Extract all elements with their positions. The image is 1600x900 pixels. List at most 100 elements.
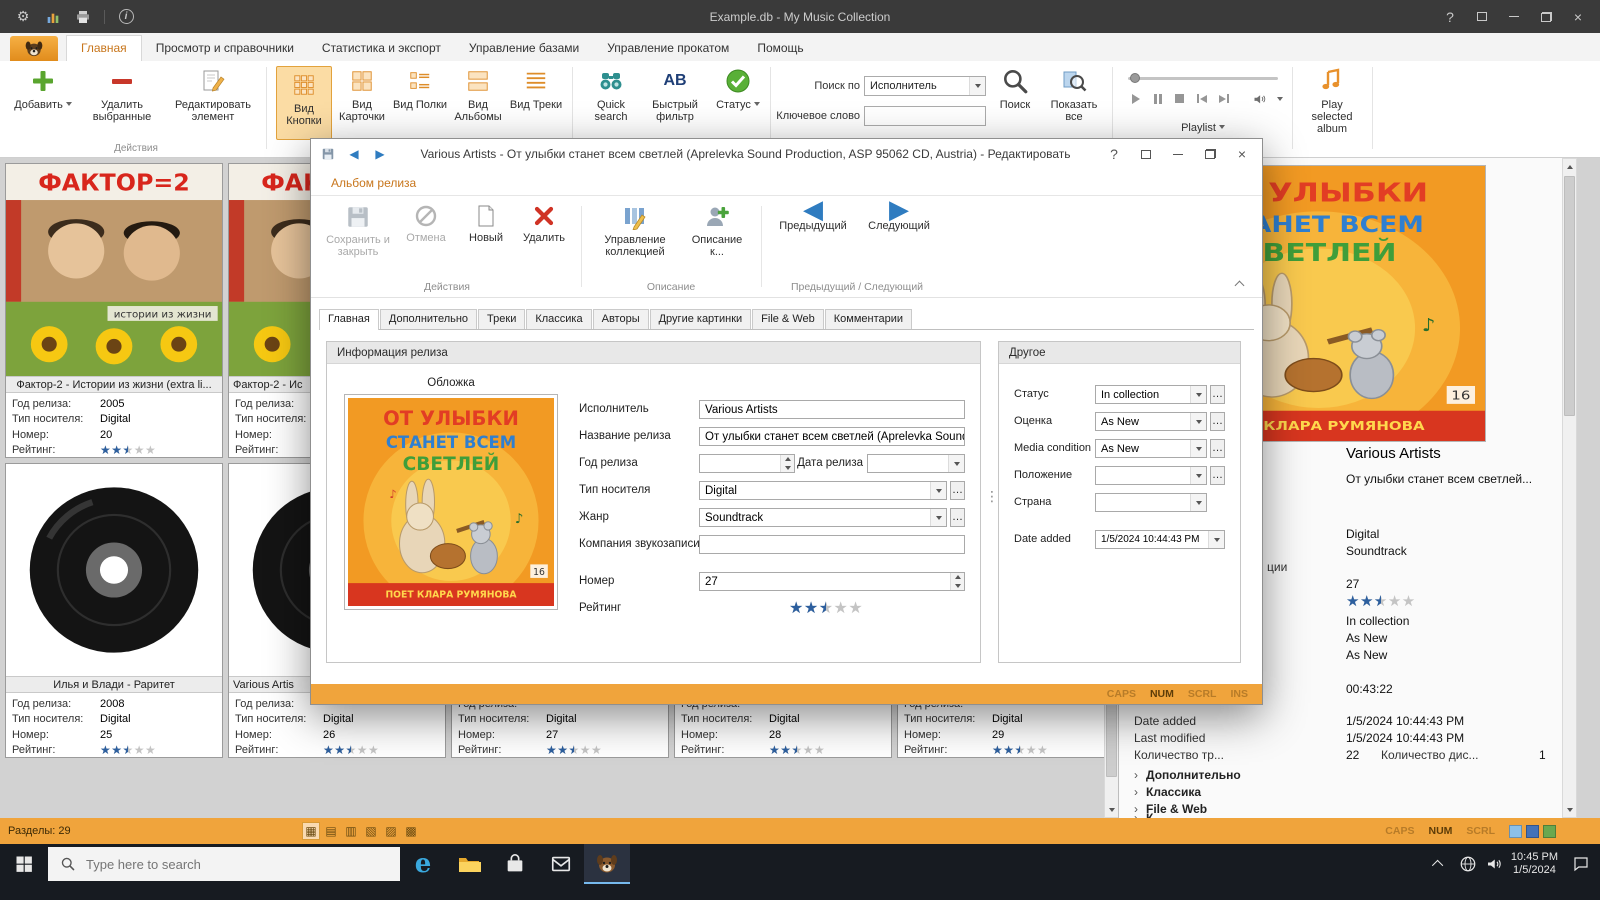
tray-chevron-icon[interactable]	[1427, 859, 1451, 872]
dialog-expand-button[interactable]	[1132, 143, 1160, 165]
artist-input[interactable]: Various Artists	[699, 400, 965, 419]
next-track-icon[interactable]	[1216, 92, 1231, 105]
tab-upravlenie-prokatom[interactable]: Управление прокатом	[593, 36, 743, 61]
minimize-button[interactable]	[1498, 4, 1530, 30]
tab-prosmotr[interactable]: Просмотр и справочники	[142, 36, 308, 61]
save-close-button[interactable]: Сохранить и закрыть	[323, 204, 393, 258]
album-card[interactable]: Илья и Влади - Раритет Год релиза: 2008 Т…	[5, 463, 223, 758]
search-input[interactable]	[86, 856, 388, 872]
chevron-down-icon[interactable]	[930, 482, 946, 499]
statistics-icon[interactable]	[44, 8, 62, 26]
release-title-input[interactable]: От улыбки станет всем светлей (Aprelevka…	[699, 427, 965, 446]
forward-icon[interactable]: ▶	[369, 144, 391, 164]
save-icon[interactable]	[317, 144, 339, 164]
music-collection-app-icon[interactable]	[584, 844, 630, 884]
date-added-select[interactable]: 1/5/2024 10:44:43 PM	[1095, 530, 1225, 549]
location-select[interactable]	[1095, 466, 1207, 485]
new-button[interactable]: Новый	[461, 204, 511, 244]
layout-square-icon[interactable]	[1509, 824, 1522, 838]
dtab-fileweb[interactable]: File & Web	[752, 309, 824, 329]
cancel-button[interactable]: Отмена	[401, 204, 451, 244]
view-albums-button[interactable]: Вид Альбомы	[450, 66, 506, 123]
dtab-treki[interactable]: Треки	[478, 309, 526, 329]
collapse-ribbon-icon[interactable]	[1230, 275, 1248, 291]
view-albums-mini-icon[interactable]: ▧	[362, 822, 380, 840]
number-spinner[interactable]: 27	[699, 572, 965, 591]
layout-square-icon[interactable]	[1543, 824, 1556, 838]
status-filter-button[interactable]: Статус	[712, 66, 764, 111]
tab-glavnaya[interactable]: Главная	[66, 35, 142, 61]
genre-select[interactable]: Soundtrack	[699, 508, 947, 527]
scroll-up-icon[interactable]	[1563, 159, 1576, 174]
delete-selected-button[interactable]: Удалить выбранные	[84, 66, 160, 123]
scroll-down-icon[interactable]	[1105, 802, 1118, 817]
location-more-button[interactable]: …	[1210, 466, 1225, 485]
scrollbar-thumb[interactable]	[1106, 699, 1117, 777]
dialog-maximize-button[interactable]	[1196, 143, 1224, 165]
file-explorer-icon[interactable]	[446, 844, 492, 884]
chevron-down-icon[interactable]	[948, 455, 964, 472]
settings-icon[interactable]: ⚙	[14, 8, 32, 26]
status-select[interactable]: In collection	[1095, 385, 1207, 404]
playback-slider[interactable]	[1128, 73, 1278, 83]
print-icon[interactable]	[74, 8, 92, 26]
release-year-spinner[interactable]	[699, 454, 795, 473]
edge-icon[interactable]: e	[400, 844, 446, 884]
scrollbar-thumb[interactable]	[1564, 176, 1575, 416]
delete-button[interactable]: Удалить	[517, 204, 571, 244]
keyword-input[interactable]	[864, 106, 986, 126]
action-center-icon[interactable]	[1572, 855, 1590, 873]
panel-scrollbar[interactable]	[1562, 158, 1577, 818]
add-button[interactable]: Добавить	[10, 66, 76, 111]
genre-more-button[interactable]: …	[950, 508, 965, 527]
volume-icon[interactable]	[1252, 92, 1267, 105]
start-button[interactable]	[0, 844, 48, 884]
manage-collection-button[interactable]: Управление коллекцией	[591, 204, 679, 258]
chevron-down-icon[interactable]	[1190, 440, 1206, 457]
restore-button[interactable]	[1530, 4, 1562, 30]
quick-search-button[interactable]: Quick search	[582, 66, 640, 123]
dialog-minimize-button[interactable]	[1164, 143, 1192, 165]
view-cards-mini-icon[interactable]: ▤	[322, 822, 340, 840]
grade-select[interactable]: As New	[1095, 412, 1207, 431]
taskbar-search[interactable]	[48, 847, 400, 881]
dtab-avtory[interactable]: Авторы	[592, 309, 649, 329]
dialog-rating-stars[interactable]: ★★★★★★★★★★	[789, 600, 863, 616]
chevron-down-icon[interactable]	[1190, 494, 1206, 511]
previous-button[interactable]: ◀ Предыдущий	[773, 197, 853, 232]
dtab-dopolnitelno[interactable]: Дополнительно	[379, 309, 478, 329]
dialog-tab-album-reliza[interactable]: Альбом релиза	[321, 172, 426, 195]
cover-image[interactable]: ОТ УЛЫБКИ СТАНЕТ ВСЕМ СВЕТЛЕЙ ♪ ♪ ПОЕТ КЛАРА …	[344, 394, 558, 610]
grade-more-button[interactable]: …	[1210, 412, 1225, 431]
view-cards-button[interactable]: Вид Карточки	[334, 66, 390, 123]
chevron-down-icon[interactable]	[1190, 413, 1206, 430]
spinner-arrows[interactable]	[780, 455, 794, 472]
mail-icon[interactable]	[538, 844, 584, 884]
tree-item-cut[interactable]: › К	[1134, 811, 1153, 818]
layout-square-icon[interactable]	[1526, 824, 1539, 838]
tree-item-klassika[interactable]: › Классика	[1134, 785, 1201, 799]
country-select[interactable]	[1095, 493, 1207, 512]
tab-pomoshch[interactable]: Помощь	[743, 36, 817, 61]
volume-icon[interactable]	[1485, 855, 1503, 873]
next-button[interactable]: ▶ Следующий	[859, 197, 939, 232]
play-icon[interactable]	[1128, 92, 1143, 105]
slider-thumb[interactable]	[1130, 73, 1140, 83]
media-condition-select[interactable]: As New	[1095, 439, 1207, 458]
dtab-glavnaya[interactable]: Главная	[319, 309, 379, 330]
pause-icon[interactable]	[1150, 92, 1165, 105]
view-buttons-button[interactable]: Вид Кнопки	[276, 66, 332, 140]
view-shelf-button[interactable]: Вид Полки	[392, 66, 448, 111]
network-icon[interactable]	[1459, 855, 1477, 873]
release-date-select[interactable]	[867, 454, 965, 473]
tab-upravlenie-bazami[interactable]: Управление базами	[455, 36, 593, 61]
help-button[interactable]: ?	[1434, 4, 1466, 30]
dtab-drugie-kartinki[interactable]: Другие картинки	[649, 309, 752, 329]
search-by-select[interactable]: Исполнитель	[864, 76, 986, 96]
edit-item-button[interactable]: Редактировать элемент	[170, 66, 256, 123]
record-company-input[interactable]	[699, 535, 965, 554]
quick-filter-button[interactable]: AB Быстрый фильтр	[644, 66, 706, 124]
description-button[interactable]: Описание к...	[685, 204, 749, 258]
app-menu-button[interactable]	[10, 36, 58, 61]
chevron-down-icon[interactable]	[969, 77, 985, 95]
